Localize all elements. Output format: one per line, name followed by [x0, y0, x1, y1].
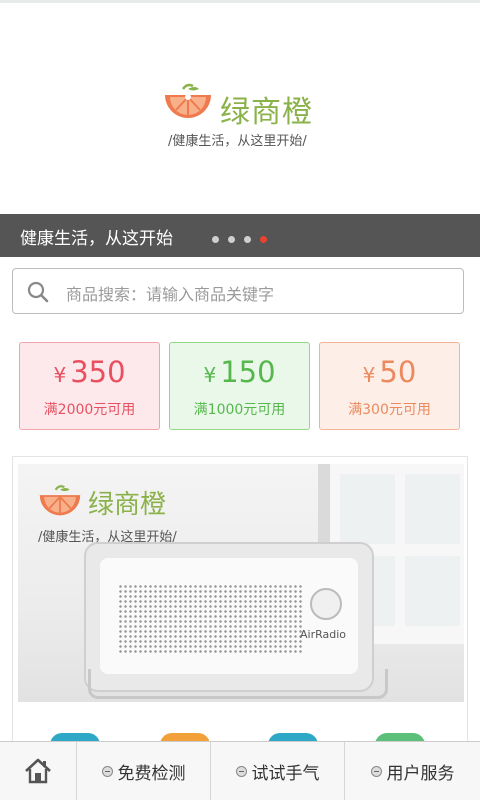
coupon-condition: 满2000元可用 — [43, 402, 136, 418]
brand-slogan: /健康生活，从这里开始/ — [168, 134, 307, 149]
product-brand-name: 绿商橙 — [88, 490, 167, 520]
banner-caption-bar: 健康生活，从这开始 — [0, 214, 480, 257]
product-image[interactable]: 绿商橙 /健康生活，从这里开始/ AirRadio — [18, 464, 464, 702]
coupon-amount: ¥350 — [53, 355, 126, 389]
brand-logo: 绿商橙 /健康生活，从这里开始/ — [163, 83, 323, 153]
coupon-amount: ¥50 — [362, 355, 417, 389]
bottom-nav: 免费检测 试试手气 用户服务 — [0, 741, 480, 800]
device-label: AirRadio — [300, 628, 347, 641]
device-stand — [88, 669, 388, 699]
device-knob — [310, 588, 342, 620]
carousel-dot-active[interactable] — [260, 236, 267, 243]
nav-label: 用户服务 — [386, 763, 455, 784]
coupon-card[interactable]: ¥50 满300元可用 — [319, 342, 460, 430]
device-front-panel: AirRadio — [100, 558, 358, 674]
brand-name: 绿商橙 — [220, 95, 313, 130]
search-bar[interactable]: 商品搜索：请输入商品关键字 — [12, 268, 464, 314]
orange-logo-icon — [39, 485, 81, 516]
banner-carousel[interactable]: 绿商橙 /健康生活，从这里开始/ 健康生活，从这开始 — [0, 3, 480, 257]
nav-label: 试试手气 — [251, 763, 320, 784]
product-card[interactable]: 绿商橙 /健康生活，从这里开始/ AirRadio — [12, 456, 468, 756]
search-icon — [27, 281, 49, 303]
nav-try-luck[interactable]: 试试手气 — [211, 742, 345, 800]
carousel-dot[interactable] — [228, 236, 235, 243]
search-input[interactable]: 商品搜索：请输入商品关键字 — [66, 281, 274, 305]
bullet-icon — [370, 765, 382, 777]
home-icon — [25, 758, 51, 784]
banner-caption: 健康生活，从这开始 — [20, 229, 173, 249]
bullet-icon — [101, 765, 113, 777]
carousel-dot[interactable] — [244, 236, 251, 243]
orange-logo-icon — [165, 83, 211, 118]
nav-free-check[interactable]: 免费检测 — [77, 742, 211, 800]
carousel-indicator — [212, 236, 267, 244]
coupon-card[interactable]: ¥350 满2000元可用 — [19, 342, 160, 430]
coupon-condition: 满1000元可用 — [193, 402, 286, 418]
carousel-dot[interactable] — [212, 236, 219, 243]
product-brand-logo: 绿商橙 /健康生活，从这里开始/ — [38, 484, 177, 545]
bullet-icon — [235, 765, 247, 777]
coupon-amount: ¥150 — [203, 355, 276, 389]
coupon-condition: 满300元可用 — [348, 402, 431, 418]
nav-user-service[interactable]: 用户服务 — [345, 742, 480, 800]
nav-home[interactable] — [0, 742, 77, 800]
nav-label: 免费检测 — [117, 763, 186, 784]
coupon-card[interactable]: ¥150 满1000元可用 — [169, 342, 310, 430]
speaker-grille — [118, 584, 303, 654]
